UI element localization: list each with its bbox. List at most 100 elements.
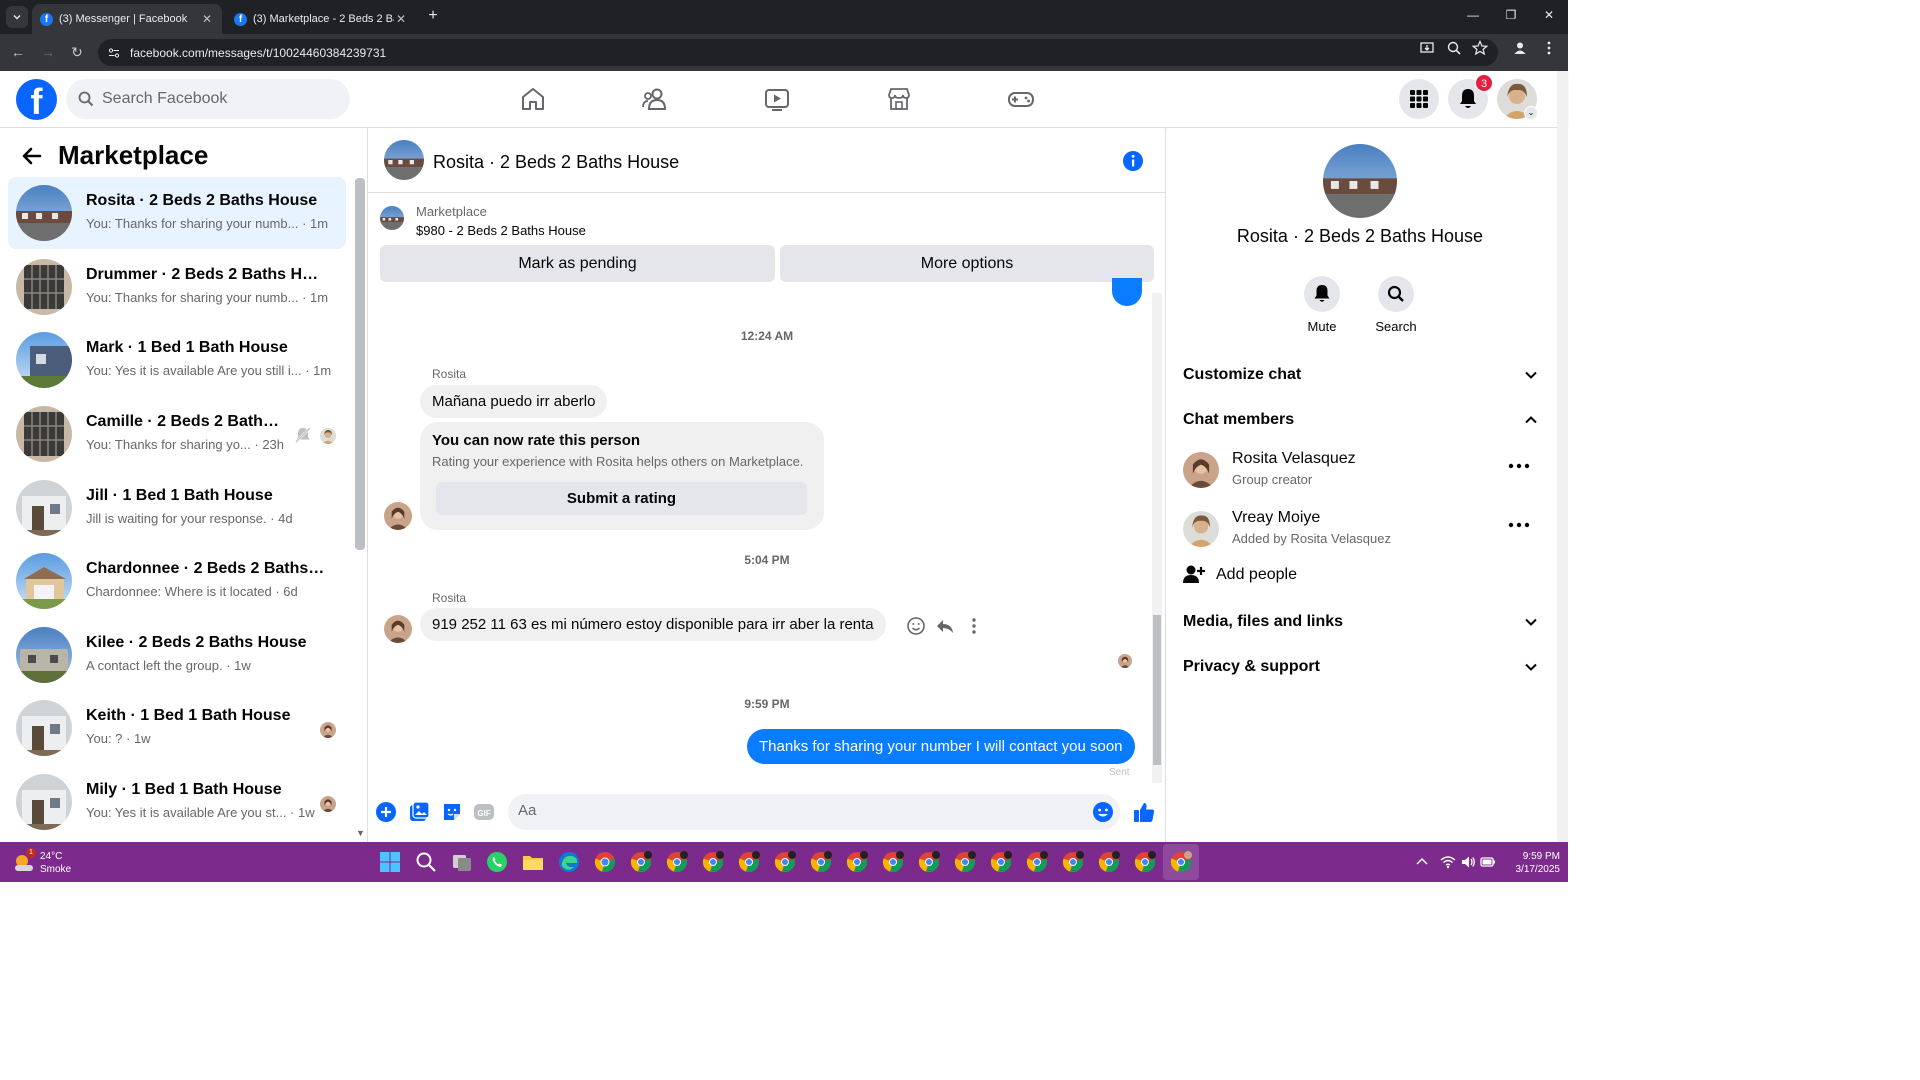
more-actions-icon[interactable]	[964, 616, 984, 636]
search-in-chat-button[interactable]: Search	[1356, 276, 1436, 334]
conversation-item[interactable]: Kilee · 2 Beds 2 Baths House A contact l…	[8, 619, 346, 691]
back-icon[interactable]: ←	[9, 43, 27, 61]
chrome-profile-icon[interactable]	[737, 850, 761, 874]
conversation-item[interactable]: Mily · 1 Bed 1 Bath House You: Yes it is…	[8, 766, 346, 838]
home-icon[interactable]	[518, 84, 548, 114]
conversation-item[interactable]: Mark · 1 Bed 1 Bath House You: Yes it is…	[8, 324, 346, 396]
chrome-profile-icon[interactable]	[917, 850, 941, 874]
forward-icon[interactable]: →	[39, 43, 57, 61]
gaming-icon[interactable]	[1006, 84, 1036, 114]
restore-icon[interactable]: ❐	[1504, 8, 1518, 24]
chrome-profile-icon[interactable]	[845, 850, 869, 874]
media-files-section[interactable]: Media, files and links	[1183, 604, 1543, 640]
conversation-item[interactable]: Drummer · 2 Beds 2 Baths House You: Than…	[8, 251, 346, 323]
task-view-icon[interactable]	[450, 850, 474, 874]
search-input[interactable]	[102, 90, 322, 108]
mute-button[interactable]: Mute	[1282, 276, 1362, 334]
info-icon[interactable]	[1122, 150, 1144, 172]
account-chevron-icon[interactable]: ⌄	[1524, 106, 1538, 120]
system-clock[interactable]: 9:59 PM 3/17/2025	[1494, 850, 1561, 876]
weather-widget[interactable]: 1 24°C Smoke	[12, 848, 102, 876]
message-input[interactable]	[518, 802, 1078, 819]
incoming-message[interactable]: 919 252 11 63 es mi número estoy disponi…	[420, 608, 886, 641]
chrome-profile-icon[interactable]	[1025, 850, 1049, 874]
like-thumbs-up-icon[interactable]	[1132, 800, 1156, 824]
scroll-down-arrow-icon[interactable]: ▼	[356, 828, 365, 838]
more-options-icon[interactable]	[1507, 458, 1531, 474]
file-explorer-icon[interactable]	[521, 850, 545, 874]
windows-start-icon[interactable]	[378, 850, 402, 874]
friends-icon[interactable]	[640, 84, 670, 114]
video-icon[interactable]	[762, 84, 792, 114]
plus-icon[interactable]	[375, 801, 397, 823]
browser-menu-icon[interactable]	[1541, 40, 1557, 56]
chrome-profile-icon[interactable]	[1097, 850, 1121, 874]
close-tab-icon[interactable]: ✕	[200, 12, 214, 26]
wifi-icon[interactable]	[1440, 854, 1456, 870]
member-item[interactable]: Vreay Moiye Added by Rosita Velasquez	[1183, 507, 1543, 559]
show-hidden-icons-chevron-icon[interactable]	[1414, 854, 1430, 870]
submit-rating-button[interactable]: Submit a rating	[436, 482, 807, 515]
sender-avatar[interactable]	[384, 615, 412, 643]
marketplace-icon[interactable]	[884, 84, 914, 114]
react-emoji-icon[interactable]	[906, 616, 926, 636]
chrome-profile-icon[interactable]	[1133, 850, 1157, 874]
profile-icon[interactable]	[1512, 40, 1528, 56]
minimize-icon[interactable]: —	[1466, 8, 1480, 24]
chrome-icon[interactable]	[593, 850, 617, 874]
chrome-profile-icon[interactable]	[773, 850, 797, 874]
gif-icon[interactable]: GIF	[473, 801, 495, 823]
reply-icon[interactable]	[935, 616, 955, 636]
more-options-button[interactable]: More options	[780, 245, 1154, 282]
menu-button[interactable]	[1399, 79, 1439, 119]
chrome-profile-icon[interactable]	[881, 850, 905, 874]
whatsapp-icon[interactable]	[485, 850, 509, 874]
chrome-profile-icon[interactable]	[1169, 850, 1193, 874]
install-app-icon[interactable]	[1419, 40, 1435, 56]
conversation-item[interactable]: Jill · 1 Bed 1 Bath House Jill is waitin…	[8, 472, 346, 544]
chrome-profile-icon[interactable]	[989, 850, 1013, 874]
url-bar[interactable]: facebook.com/messages/t/1002446038423973…	[98, 39, 1498, 66]
chrome-profile-icon[interactable]	[1061, 850, 1085, 874]
facebook-logo[interactable]: f	[16, 79, 57, 120]
conversation-item[interactable]: Camille · 2 Beds 2 Baths H... You: Thank…	[8, 398, 346, 470]
close-window-icon[interactable]: ✕	[1542, 8, 1556, 24]
photo-icon[interactable]	[408, 801, 430, 823]
mark-as-pending-button[interactable]: Mark as pending	[380, 245, 775, 282]
sender-avatar[interactable]	[384, 502, 412, 530]
listing-price-title[interactable]: $980 - 2 Beds 2 Baths House	[416, 223, 586, 238]
reload-icon[interactable]: ↻	[68, 43, 86, 61]
search-icon[interactable]	[414, 850, 438, 874]
chrome-profile-icon[interactable]	[953, 850, 977, 874]
chrome-profile-icon[interactable]	[629, 850, 653, 874]
chrome-profile-icon[interactable]	[809, 850, 833, 874]
scroll-to-bottom-button[interactable]	[1112, 278, 1142, 306]
conversation-item[interactable]: Chardonnee · 2 Beds 2 Baths Ho... Chardo…	[8, 545, 346, 617]
edge-icon[interactable]	[557, 850, 581, 874]
volume-icon[interactable]	[1460, 854, 1476, 870]
page-scrollbar[interactable]	[1557, 71, 1568, 842]
sticker-icon[interactable]	[441, 801, 463, 823]
emoji-icon[interactable]	[1092, 801, 1114, 823]
chat-members-section[interactable]: Chat members	[1183, 402, 1543, 438]
close-tab-icon[interactable]: ✕	[394, 12, 408, 26]
facebook-search[interactable]	[66, 79, 350, 119]
tab-search-button[interactable]	[6, 6, 28, 28]
bookmark-star-icon[interactable]	[1472, 40, 1488, 56]
chrome-profile-icon[interactable]	[701, 850, 725, 874]
site-settings-icon[interactable]	[108, 47, 120, 59]
zoom-icon[interactable]	[1446, 40, 1462, 56]
chat-title[interactable]: Rosita · 2 Beds 2 Baths House	[433, 152, 679, 173]
browser-tab-messenger[interactable]: f (3) Messenger | Facebook ✕	[32, 4, 222, 34]
outgoing-message[interactable]: Thanks for sharing your number I will co…	[747, 729, 1135, 764]
conversation-list-scrollbar[interactable]	[355, 178, 365, 550]
incoming-message[interactable]: Mañana puedo irr aberlo	[420, 385, 608, 418]
message-composer[interactable]	[508, 794, 1120, 830]
member-item[interactable]: Rosita Velasquez Group creator	[1183, 448, 1543, 500]
more-options-icon[interactable]	[1507, 517, 1531, 533]
scrollbar-thumb[interactable]	[1153, 615, 1161, 765]
add-people-button[interactable]: Add people	[1183, 564, 1483, 588]
conversation-item[interactable]: Rosita · 2 Beds 2 Baths House You: Thank…	[8, 177, 346, 249]
browser-tab-marketplace[interactable]: f (3) Marketplace - 2 Beds 2 Baths ✕	[226, 4, 416, 34]
back-arrow-icon[interactable]	[20, 144, 44, 168]
